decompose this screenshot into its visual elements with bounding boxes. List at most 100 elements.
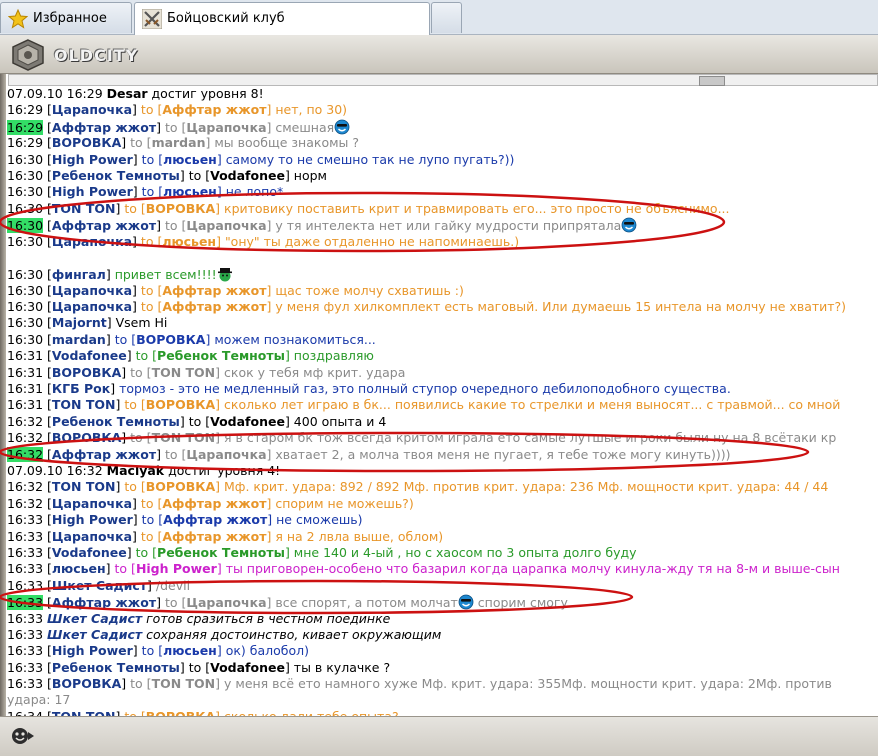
target-nick[interactable]: ВОРОВКА: [136, 332, 205, 347]
sender-nick[interactable]: High Power: [52, 512, 133, 527]
to-prefix: to [: [164, 218, 187, 234]
target-nick[interactable]: Vodafonee: [210, 414, 285, 429]
message-time: 16:31: [7, 397, 44, 413]
sender-nick[interactable]: High Power: [52, 184, 133, 199]
target-nick[interactable]: TON TON: [152, 365, 216, 380]
sender-nick[interactable]: Аффтар жжот: [52, 218, 156, 233]
bracket: ]: [132, 184, 138, 200]
target-nick[interactable]: Аффтар жжот: [162, 529, 266, 544]
sender-nick[interactable]: Царапочка: [52, 102, 132, 117]
action-text: готов сразиться в честном поединке: [142, 610, 391, 626]
sender-nick[interactable]: TON TON: [52, 201, 116, 216]
chat-message: 16:31 [TON TON] to [ВОРОВКА] сколько лет…: [7, 397, 878, 413]
smiley-menu-icon[interactable]: [9, 726, 35, 746]
sender-nick[interactable]: Vodafonee: [52, 348, 127, 363]
target-nick[interactable]: mardan: [152, 135, 206, 150]
sender-nick[interactable]: High Power: [52, 152, 133, 167]
message-text: самому то не смешно так не лупо пугать?)…: [225, 151, 515, 167]
sender-nick[interactable]: Ребенок Темноты: [52, 414, 180, 429]
system-nick[interactable]: Desar: [107, 86, 148, 101]
scroll-thumb[interactable]: [699, 76, 725, 86]
sender-nick[interactable]: Царапочка: [52, 299, 132, 314]
horizontal-scrollbar[interactable]: [8, 74, 878, 86]
target-nick[interactable]: Царапочка: [186, 447, 266, 462]
sender-nick[interactable]: люсьен: [52, 561, 106, 576]
target-nick[interactable]: ВОРОВКА: [146, 397, 215, 412]
sender-nick[interactable]: Царапочка: [52, 283, 132, 298]
sender-nick[interactable]: Аффтар жжот: [52, 447, 156, 462]
sender-nick[interactable]: фингал: [52, 267, 106, 282]
message-text: сколько дали тебе опыта?: [224, 709, 399, 716]
to-suffix: ]: [216, 643, 226, 659]
target-nick[interactable]: Аффтар жжот: [162, 496, 266, 511]
sender-nick[interactable]: TON TON: [52, 397, 116, 412]
new-tab-button[interactable]: [431, 2, 462, 33]
bracket: ]: [132, 102, 137, 118]
message-time: 16:29: [7, 135, 44, 151]
chat-message: 16:32 [TON TON] to [ВОРОВКА] Мф. крит. у…: [7, 479, 878, 495]
sender-nick[interactable]: TON TON: [52, 479, 116, 494]
sender-nick[interactable]: Ребенок Темноты: [52, 168, 180, 183]
target-nick[interactable]: Аффтар жжот: [162, 283, 266, 298]
sender-nick[interactable]: Ребенок Темноты: [52, 660, 180, 675]
message-text: ты приговорен-особено что базарил когда …: [225, 561, 840, 577]
chat-message: 16:30 [фингал] привет всем!!!!: [7, 266, 878, 282]
message-text: у меня фул хилкомплект есть маговый. Или…: [275, 299, 847, 315]
chat-message: 16:33 [люсьен] to [High Power] ты пригов…: [7, 561, 878, 577]
chat-message: 16:32 [ВОРОВКА] to [TON TON] я в старом …: [7, 430, 878, 446]
to-prefix: to [: [188, 167, 211, 183]
target-nick[interactable]: Аффтар жжот: [162, 102, 266, 117]
system-nick[interactable]: Maclyak: [107, 463, 164, 478]
chat-message: 16:30 [Царапочка] to [люсьен] "ону" ты д…: [7, 234, 878, 250]
sender-nick[interactable]: Шкет Садист: [52, 578, 147, 593]
sender-nick[interactable]: Аффтар жжот: [52, 120, 156, 135]
target-nick[interactable]: Vodafonee: [210, 660, 285, 675]
target-nick[interactable]: люсьен: [163, 643, 217, 658]
target-nick[interactable]: ВОРОВКА: [146, 479, 215, 494]
message-time: 16:30: [7, 233, 44, 249]
tab-favorites[interactable]: Избранное: [0, 2, 132, 33]
sender-nick[interactable]: Царапочка: [52, 496, 132, 511]
sender-nick[interactable]: Царапочка: [52, 529, 132, 544]
sender-nick[interactable]: Царапочка: [52, 234, 132, 249]
target-nick[interactable]: люсьен: [163, 152, 217, 167]
target-nick[interactable]: ВОРОВКА: [146, 201, 215, 216]
action-nick[interactable]: Шкет Садист: [47, 611, 142, 626]
tab-fight-club[interactable]: Бойцовский клуб: [134, 2, 430, 35]
chat-message: 16:29 [Царапочка] to [Аффтар жжот] нет, …: [7, 102, 878, 118]
sender-nick[interactable]: High Power: [52, 643, 133, 658]
sender-nick[interactable]: TON TON: [52, 709, 116, 716]
to-prefix: to [: [140, 102, 163, 118]
sender-nick[interactable]: ВОРОВКА: [52, 135, 121, 150]
target-nick[interactable]: ВОРОВКА: [146, 709, 215, 716]
target-nick[interactable]: люсьен: [163, 184, 217, 199]
target-nick[interactable]: Аффтар жжот: [162, 299, 266, 314]
sender-nick[interactable]: ВОРОВКА: [52, 676, 121, 691]
sender-nick[interactable]: ВОРОВКА: [52, 430, 121, 445]
to-suffix: ]: [216, 233, 225, 249]
sender-nick[interactable]: ВОРОВКА: [52, 365, 121, 380]
target-nick[interactable]: люсьен: [162, 234, 216, 249]
sender-nick[interactable]: mardan: [52, 332, 106, 347]
target-nick[interactable]: Царапочка: [186, 120, 266, 135]
system-text: достиг уровня 4!: [164, 462, 281, 478]
to-prefix: to [: [140, 233, 163, 249]
target-nick[interactable]: Царапочка: [186, 595, 266, 610]
target-nick[interactable]: Ребенок Темноты: [157, 545, 285, 560]
sender-nick[interactable]: Vodafonee: [52, 545, 127, 560]
sender-nick[interactable]: Majornt: [52, 315, 107, 330]
target-nick[interactable]: Царапочка: [186, 218, 266, 233]
to-prefix: to [: [140, 299, 163, 315]
message-time: 16:30: [7, 331, 44, 347]
message-time: 16:33: [7, 528, 44, 544]
action-nick[interactable]: Шкет Садист: [47, 627, 142, 642]
sender-nick[interactable]: Аффтар жжот: [52, 595, 156, 610]
target-nick[interactable]: High Power: [136, 561, 217, 576]
target-nick[interactable]: TON TON: [152, 676, 216, 691]
target-nick[interactable]: Ребенок Темноты: [157, 348, 285, 363]
target-nick[interactable]: Vodafonee: [210, 168, 285, 183]
target-nick[interactable]: Аффтар жжот: [163, 512, 267, 527]
target-nick[interactable]: TON TON: [152, 430, 216, 445]
sender-nick[interactable]: КГБ Рок: [52, 381, 110, 396]
chat-message: 16:33 [High Power] to [люсьен] ок) балоб…: [7, 643, 878, 659]
